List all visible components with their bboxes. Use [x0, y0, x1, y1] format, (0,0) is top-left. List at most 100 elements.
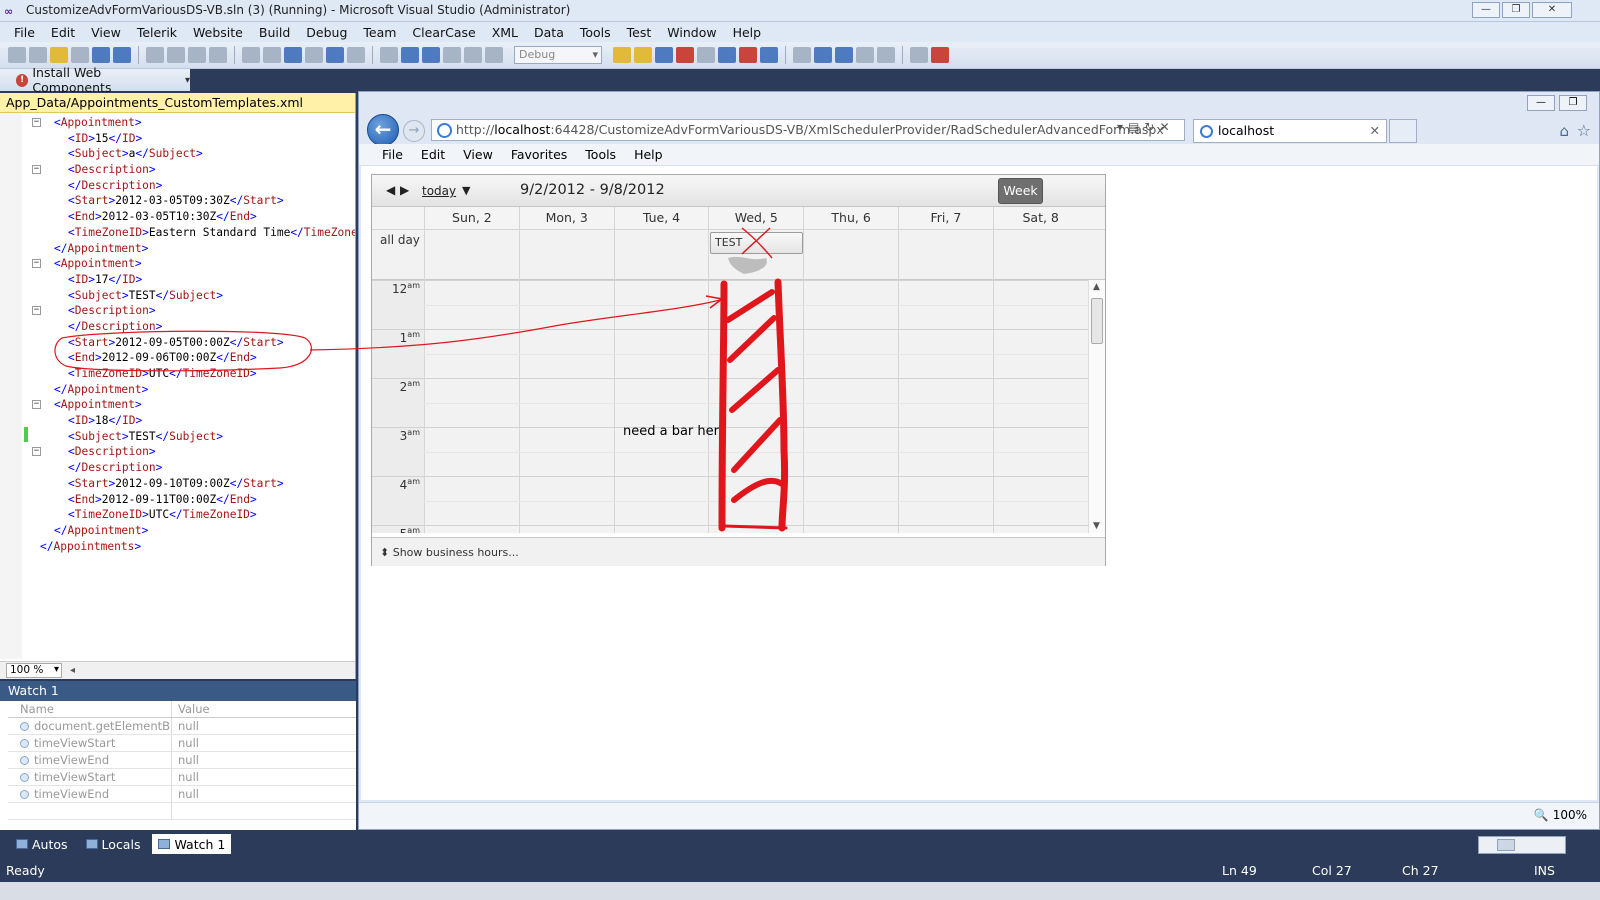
pause-icon[interactable] — [401, 47, 419, 63]
maximize-button[interactable]: ❐ — [1502, 2, 1530, 18]
day-header[interactable]: Thu, 6 — [803, 207, 898, 230]
close-tab-icon[interactable]: ✕ — [1370, 123, 1380, 138]
menu-build[interactable]: Build — [251, 25, 298, 40]
toolbox-icon[interactable] — [676, 47, 694, 63]
paste-icon[interactable] — [188, 47, 206, 63]
today-link[interactable]: today — [422, 184, 456, 198]
time-grid-scrollbar[interactable]: ▲ ▼ — [1088, 280, 1105, 533]
menu-window[interactable]: Window — [659, 25, 724, 40]
show-business-hours-link[interactable]: ⬍ Show business hours... — [372, 537, 1105, 566]
tools-icon[interactable] — [697, 47, 715, 63]
menu-website[interactable]: Website — [185, 25, 251, 40]
find-icon[interactable] — [209, 47, 227, 63]
time-grid[interactable]: 12am1am2am3am4am5am — [372, 280, 1088, 533]
menu-edit[interactable]: Edit — [43, 25, 83, 40]
refresh-icon[interactable]: ↻ — [1144, 120, 1154, 134]
scroll-left-icon[interactable]: ◂ — [70, 665, 75, 676]
uncomment-icon[interactable] — [263, 47, 281, 63]
all-day-cell[interactable] — [424, 230, 519, 280]
all-day-cell[interactable] — [613, 230, 709, 280]
all-day-cell[interactable] — [518, 230, 614, 280]
team-explorer-icon[interactable] — [718, 47, 736, 63]
debug-windows-icon[interactable] — [877, 47, 895, 63]
editor-tab[interactable]: App_Data/Appointments_CustomTemplates.xm… — [0, 93, 355, 113]
week-view-button[interactable]: Week — [998, 178, 1043, 204]
forward-button[interactable]: → — [403, 120, 425, 142]
cut-icon[interactable] — [146, 47, 164, 63]
browser-menu-view[interactable]: View — [454, 147, 502, 162]
stop-icon[interactable]: ✕ — [1159, 120, 1169, 134]
fold-toggle-icon[interactable]: − — [32, 165, 41, 175]
browser-tab[interactable]: localhost ✕ — [1193, 119, 1387, 143]
browser-menu-favorites[interactable]: Favorites — [502, 147, 576, 162]
arrow-right-icon[interactable] — [793, 47, 811, 63]
solution-configuration-select[interactable]: Debug — [514, 46, 602, 64]
menu-clearcase[interactable]: ClearCase — [404, 25, 483, 40]
all-day-appointment[interactable]: TEST — [710, 232, 803, 254]
watch-row[interactable]: timeViewStart null — [8, 735, 356, 752]
menu-help[interactable]: Help — [725, 25, 770, 40]
watch-row[interactable]: timeViewEnd null — [8, 752, 356, 769]
all-day-cell[interactable] — [803, 230, 898, 280]
watch-row[interactable]: document.getElementB null — [8, 718, 356, 735]
browser-menu-help[interactable]: Help — [625, 147, 672, 162]
browser-menu-edit[interactable]: Edit — [412, 147, 454, 162]
redo-icon[interactable] — [305, 47, 323, 63]
browser-maximize-button[interactable]: ❐ — [1559, 95, 1587, 111]
watch-empty-row[interactable] — [8, 803, 356, 820]
save-all-icon[interactable] — [113, 47, 131, 63]
watch-name-header[interactable]: Name — [8, 701, 172, 717]
date-picker-dropdown-icon[interactable]: ▼ — [462, 184, 470, 197]
day-header[interactable]: Mon, 3 — [518, 207, 614, 230]
scroll-thumb[interactable] — [1091, 298, 1103, 344]
prev-arrow-icon[interactable]: ◀ — [386, 183, 395, 197]
all-day-cell[interactable] — [992, 230, 1088, 280]
back-button[interactable]: ← — [367, 114, 399, 146]
day-header[interactable]: Tue, 4 — [613, 207, 709, 230]
browser-minimize-button[interactable]: — — [1527, 95, 1555, 111]
browser-menu-tools[interactable]: Tools — [576, 147, 625, 162]
minimize-button[interactable]: — — [1472, 2, 1500, 18]
step-out-icon[interactable] — [485, 47, 503, 63]
copy-icon[interactable] — [167, 47, 185, 63]
fold-toggle-icon[interactable]: − — [32, 400, 41, 410]
editor-zoom-select[interactable]: 100 % — [6, 663, 62, 678]
step-into-icon[interactable] — [443, 47, 461, 63]
save-icon[interactable] — [92, 47, 110, 63]
menu-telerik[interactable]: Telerik — [129, 25, 185, 40]
tab-locals[interactable]: Locals — [80, 834, 147, 854]
menu-team[interactable]: Team — [355, 25, 404, 40]
scroll-down-icon[interactable]: ▼ — [1093, 521, 1100, 531]
watch-value-header[interactable]: Value — [172, 702, 210, 716]
navigate-icon[interactable] — [326, 47, 344, 63]
window-icon[interactable] — [814, 47, 832, 63]
fold-toggle-icon[interactable]: − — [32, 447, 41, 457]
form-icon[interactable] — [835, 47, 853, 63]
horizontal-scrollbar[interactable] — [1478, 836, 1566, 854]
add-item-icon[interactable] — [29, 47, 47, 63]
new-project-icon[interactable] — [8, 47, 26, 63]
home-icon[interactable]: ⌂ — [1559, 122, 1569, 140]
tab-watch-1[interactable]: Watch 1 — [152, 834, 232, 854]
error-list-icon[interactable] — [739, 47, 757, 63]
layout-icon[interactable] — [856, 47, 874, 63]
open-folder-icon[interactable] — [50, 47, 68, 63]
address-bar[interactable]: http://localhost:64428/CustomizeAdvFormV… — [431, 119, 1185, 141]
step-over-icon[interactable] — [464, 47, 482, 63]
day-header[interactable]: Wed, 5 — [708, 207, 803, 230]
menu-file[interactable]: File — [6, 25, 43, 40]
favorites-star-icon[interactable]: ☆ — [1577, 121, 1591, 140]
breakpoint-icon[interactable] — [931, 47, 949, 63]
tab-autos[interactable]: Autos — [10, 834, 74, 854]
fold-toggle-icon[interactable]: − — [32, 259, 41, 269]
object-browser-icon[interactable] — [655, 47, 673, 63]
all-day-cell[interactable] — [898, 230, 993, 280]
menu-tools[interactable]: Tools — [572, 25, 619, 40]
grid-icon[interactable] — [71, 47, 89, 63]
browser-menu-file[interactable]: File — [373, 147, 412, 162]
scroll-up-icon[interactable]: ▲ — [1093, 282, 1100, 292]
undo-icon[interactable] — [284, 47, 302, 63]
navigate-forward-icon[interactable] — [347, 47, 365, 63]
xml-code-area[interactable]: − <Appointment> <ID>15</ID> <Subject>a</Sub… — [22, 115, 355, 554]
day-header[interactable]: Sun, 2 — [424, 207, 519, 230]
